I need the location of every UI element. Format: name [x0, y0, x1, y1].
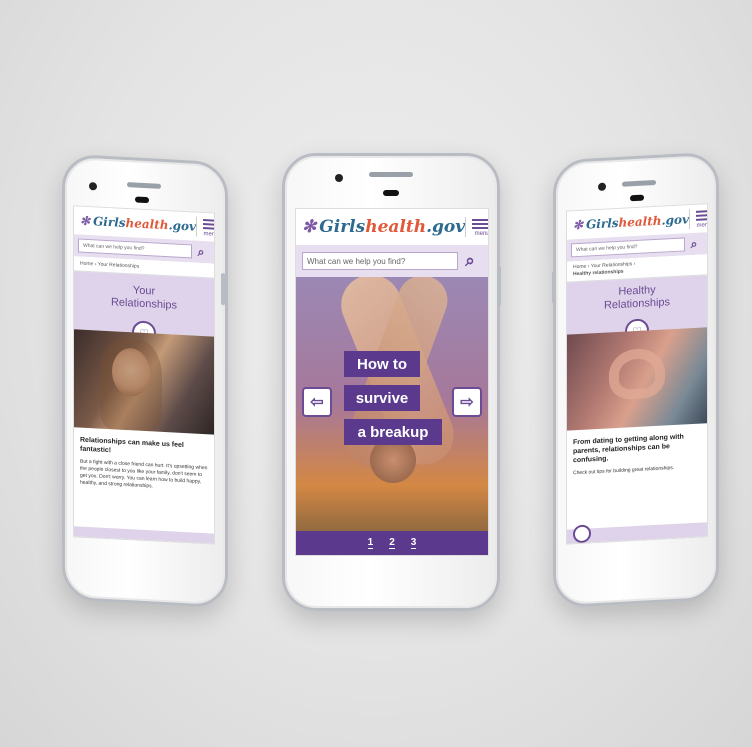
volume-button: [552, 271, 556, 304]
intro-body: Check out tips for building great relati…: [573, 464, 675, 477]
front-camera: [598, 182, 606, 191]
headline-line-3[interactable]: a breakup: [344, 419, 442, 445]
hamburger-icon: [472, 217, 488, 231]
flower-logo-icon: ✻: [573, 217, 584, 233]
search-input[interactable]: What can we help you find?: [302, 252, 458, 270]
menu-button[interactable]: menu: [689, 208, 708, 230]
intro-headline: From dating to getting along with parent…: [573, 433, 684, 465]
menu-label: menu: [203, 231, 215, 238]
proximity-sensor: [383, 190, 399, 196]
page-2-link[interactable]: 2: [389, 537, 395, 549]
product-mockup-scene: ✻ Girls health .gov menu What can we help …: [0, 0, 752, 747]
search-icon[interactable]: ⌕: [685, 236, 703, 252]
page-title: Your Relationships: [110, 284, 178, 312]
hamburger-icon: [203, 217, 215, 232]
page-1-link[interactable]: 1: [367, 537, 374, 549]
proximity-sensor: [630, 194, 644, 202]
front-camera: [335, 174, 343, 182]
left-screen: ✻ Girls health .gov menu What can we help …: [73, 205, 215, 545]
page-title: Healthy Relationships: [603, 283, 671, 312]
intro-section: From dating to getting along with parent…: [567, 423, 707, 486]
center-screen: ✻ Girls health .gov menu What can we help …: [295, 208, 489, 556]
volume-button: [221, 272, 225, 306]
carousel-prev-button[interactable]: ⇦: [302, 387, 332, 417]
search-input[interactable]: What can we help you find?: [571, 237, 685, 258]
left-phone: ✻ Girls health .gov menu What can we help …: [62, 153, 228, 609]
hero-carousel: How to survive a breakup ⇦ ⇨ 1 2 3: [296, 277, 488, 555]
menu-button[interactable]: menu: [465, 217, 489, 237]
intro-headline: Relationships can make us feel fantastic…: [80, 436, 184, 455]
menu-button[interactable]: menu: [196, 216, 215, 238]
menu-label: menu: [474, 231, 489, 237]
front-camera: [89, 182, 97, 191]
page-title-band: Your Relationships ♡: [74, 271, 214, 346]
hamburger-icon: [696, 208, 708, 223]
site-logo[interactable]: ✻ Girls health .gov: [80, 214, 196, 234]
site-logo[interactable]: ✻ Girls health .gov: [302, 217, 465, 237]
intro-body: But a fight with a close friend can hurt…: [80, 458, 208, 490]
flower-logo-icon: ✻: [80, 213, 91, 229]
photo-hair: [100, 336, 162, 432]
carousel-next-button[interactable]: ⇨: [452, 387, 482, 417]
volume-button: [497, 266, 501, 306]
center-phone: ✻ Girls health .gov menu What can we help …: [282, 153, 501, 611]
carousel-pagination: 1 2 3: [296, 531, 488, 555]
hero-photo: [567, 327, 707, 431]
menu-label: menu: [696, 222, 708, 229]
search-icon[interactable]: ⌕: [458, 251, 482, 271]
earpiece-speaker: [369, 172, 413, 177]
hero-photo: [74, 329, 214, 435]
headline-line-1[interactable]: How to: [344, 351, 420, 377]
book-icon: [573, 524, 591, 544]
right-phone: ✻ Girls health .gov menu What can we help …: [552, 151, 719, 609]
page-title-band: Healthy Relationships ♡: [567, 275, 707, 344]
heart-hands-shape: [609, 347, 665, 401]
proximity-sensor: [135, 196, 149, 204]
footer-band: [74, 526, 214, 544]
headline-line-2[interactable]: survive: [344, 385, 420, 411]
footer-band: [567, 522, 707, 544]
search-icon[interactable]: ⌕: [192, 244, 210, 260]
intro-section: Relationships can make us feel fantastic…: [74, 427, 214, 502]
site-logo[interactable]: ✻ Girls health .gov: [573, 212, 689, 232]
earpiece-speaker: [127, 182, 161, 189]
earpiece-speaker: [622, 179, 656, 187]
right-screen: ✻ Girls health .gov menu What can we help …: [566, 203, 708, 545]
search-input[interactable]: What can we help you find?: [78, 238, 192, 259]
site-header: ✻ Girls health .gov menu: [296, 209, 488, 245]
page-3-link[interactable]: 3: [410, 537, 417, 549]
flower-logo-icon: ✻: [302, 217, 317, 237]
search-bar: What can we help you find? ⌕: [296, 245, 488, 277]
